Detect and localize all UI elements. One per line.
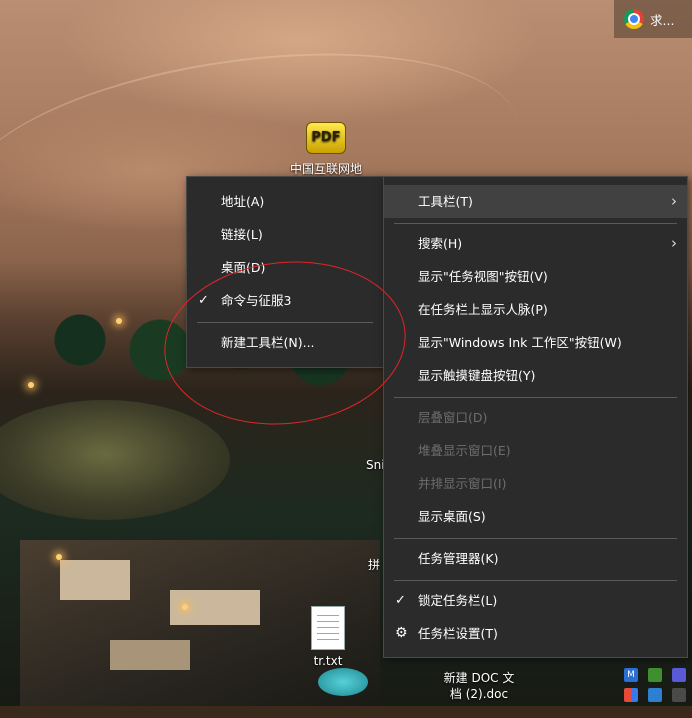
text-file-icon <box>311 606 345 650</box>
menu-item-label: 显示触摸键盘按钮(Y) <box>418 368 536 383</box>
menu-item-toolbars[interactable]: 工具栏(T) › <box>384 185 687 218</box>
menu-item-stack-windows: 堆叠显示窗口(E) <box>384 434 687 467</box>
desktop-icon-label: 新建 DOC 文 档 (2).doc <box>443 671 515 701</box>
menu-item-desktop[interactable]: 桌面(D) <box>187 251 383 284</box>
menu-item-new-toolbar[interactable]: 新建工具栏(N)... <box>187 326 383 359</box>
building <box>60 560 130 600</box>
gear-icon: ⚙ <box>395 625 408 641</box>
desktop-icon-label: Sni <box>366 458 385 472</box>
checkmark-icon: ✓ <box>395 593 406 608</box>
menu-item-show-desktop[interactable]: 显示桌面(S) <box>384 500 687 533</box>
menu-item-task-view-button[interactable]: 显示"任务视图"按钮(V) <box>384 260 687 293</box>
light-glow <box>182 604 188 610</box>
taskbar-context-menu: 工具栏(T) › 搜索(H) › 显示"任务视图"按钮(V) 在任务栏上显示人脉… <box>383 176 688 658</box>
menu-item-label: 桌面(D) <box>221 260 266 275</box>
menu-item-show-people[interactable]: 在任务栏上显示人脉(P) <box>384 293 687 326</box>
menu-item-label: 地址(A) <box>221 194 265 209</box>
mail-icon[interactable]: M <box>624 668 638 682</box>
menu-item-links[interactable]: 链接(L) <box>187 218 383 251</box>
desktop-icon-label: 拼 <box>368 558 381 572</box>
menu-item-address[interactable]: 地址(A) <box>187 185 383 218</box>
menu-item-command-and-conquer[interactable]: ✓ 命令与征服3 <box>187 284 383 317</box>
desktop-icon-pdf[interactable]: PDF 中国互联网地 <box>282 122 370 177</box>
menu-item-label: 任务栏设置(T) <box>418 626 498 641</box>
menu-item-label: 锁定任务栏(L) <box>418 593 498 608</box>
chrome-window-tab[interactable]: 求... <box>614 0 692 38</box>
desktop-icon-label: tr.txt <box>313 654 343 668</box>
nvidia-icon[interactable] <box>648 668 662 682</box>
menu-item-windows-ink-button[interactable]: 显示"Windows Ink 工作区"按钮(W) <box>384 326 687 359</box>
menu-item-label: 显示"任务视图"按钮(V) <box>418 269 548 284</box>
building <box>110 640 190 670</box>
chevron-right-icon: › <box>671 192 677 210</box>
menu-item-label: 链接(L) <box>221 227 263 242</box>
menu-item-label: 在任务栏上显示人脉(P) <box>418 302 548 317</box>
chrome-tab-title: 求... <box>650 12 675 28</box>
desktop-icon-txt[interactable]: tr.txt <box>296 606 360 668</box>
menu-separator <box>394 580 677 581</box>
system-tray: M <box>618 662 692 706</box>
menu-separator <box>394 397 677 398</box>
light-glow <box>56 554 62 560</box>
menu-item-label: 任务管理器(K) <box>418 551 499 566</box>
menu-item-label: 层叠窗口(D) <box>418 410 488 425</box>
menu-item-label: 工具栏(T) <box>418 194 473 209</box>
menu-item-taskbar-settings[interactable]: ⚙ 任务栏设置(T) <box>384 617 687 650</box>
menu-item-task-manager[interactable]: 任务管理器(K) <box>384 542 687 575</box>
menu-item-label: 显示"Windows Ink 工作区"按钮(W) <box>418 335 622 350</box>
desktop-icon-partial[interactable]: 拼 <box>368 556 380 573</box>
menu-item-label: 堆叠显示窗口(E) <box>418 443 511 458</box>
swimming-pool <box>318 668 368 696</box>
menu-item-label: 新建工具栏(N)... <box>221 335 315 350</box>
pdf-icon: PDF <box>306 122 346 154</box>
desktop-icon-partial[interactable]: Sni <box>366 458 385 472</box>
chat-icon[interactable] <box>672 668 686 682</box>
menu-item-lock-taskbar[interactable]: ✓ 锁定任务栏(L) <box>384 584 687 617</box>
menu-item-cascade-windows: 层叠窗口(D) <box>384 401 687 434</box>
toolbar-submenu: 地址(A) 链接(L) 桌面(D) ✓ 命令与征服3 新建工具栏(N)... <box>186 176 384 368</box>
chrome-icon <box>624 9 644 29</box>
menu-item-side-by-side-windows: 并排显示窗口(I) <box>384 467 687 500</box>
menu-item-label: 搜索(H) <box>418 236 463 251</box>
shield-icon[interactable] <box>672 688 686 702</box>
desktop-icon-label: 中国互联网地 <box>289 162 362 176</box>
menu-separator <box>197 322 373 323</box>
desktop-icon-doc[interactable]: 新建 DOC 文 档 (2).doc <box>434 654 524 718</box>
menu-item-label: 并排显示窗口(I) <box>418 476 507 491</box>
checkmark-icon: ✓ <box>198 293 209 308</box>
menu-item-label: 显示桌面(S) <box>418 509 486 524</box>
menu-item-search[interactable]: 搜索(H) › <box>384 227 687 260</box>
oasis-lake <box>0 400 230 520</box>
windows-logo-icon[interactable] <box>624 688 638 702</box>
menu-separator <box>394 538 677 539</box>
menu-item-touch-keyboard-button[interactable]: 显示触摸键盘按钮(Y) <box>384 359 687 392</box>
light-glow <box>116 318 122 324</box>
menu-separator <box>394 223 677 224</box>
light-glow <box>28 382 34 388</box>
menu-item-label: 命令与征服3 <box>221 293 292 308</box>
network-icon[interactable] <box>648 688 662 702</box>
chevron-right-icon: › <box>671 234 677 252</box>
